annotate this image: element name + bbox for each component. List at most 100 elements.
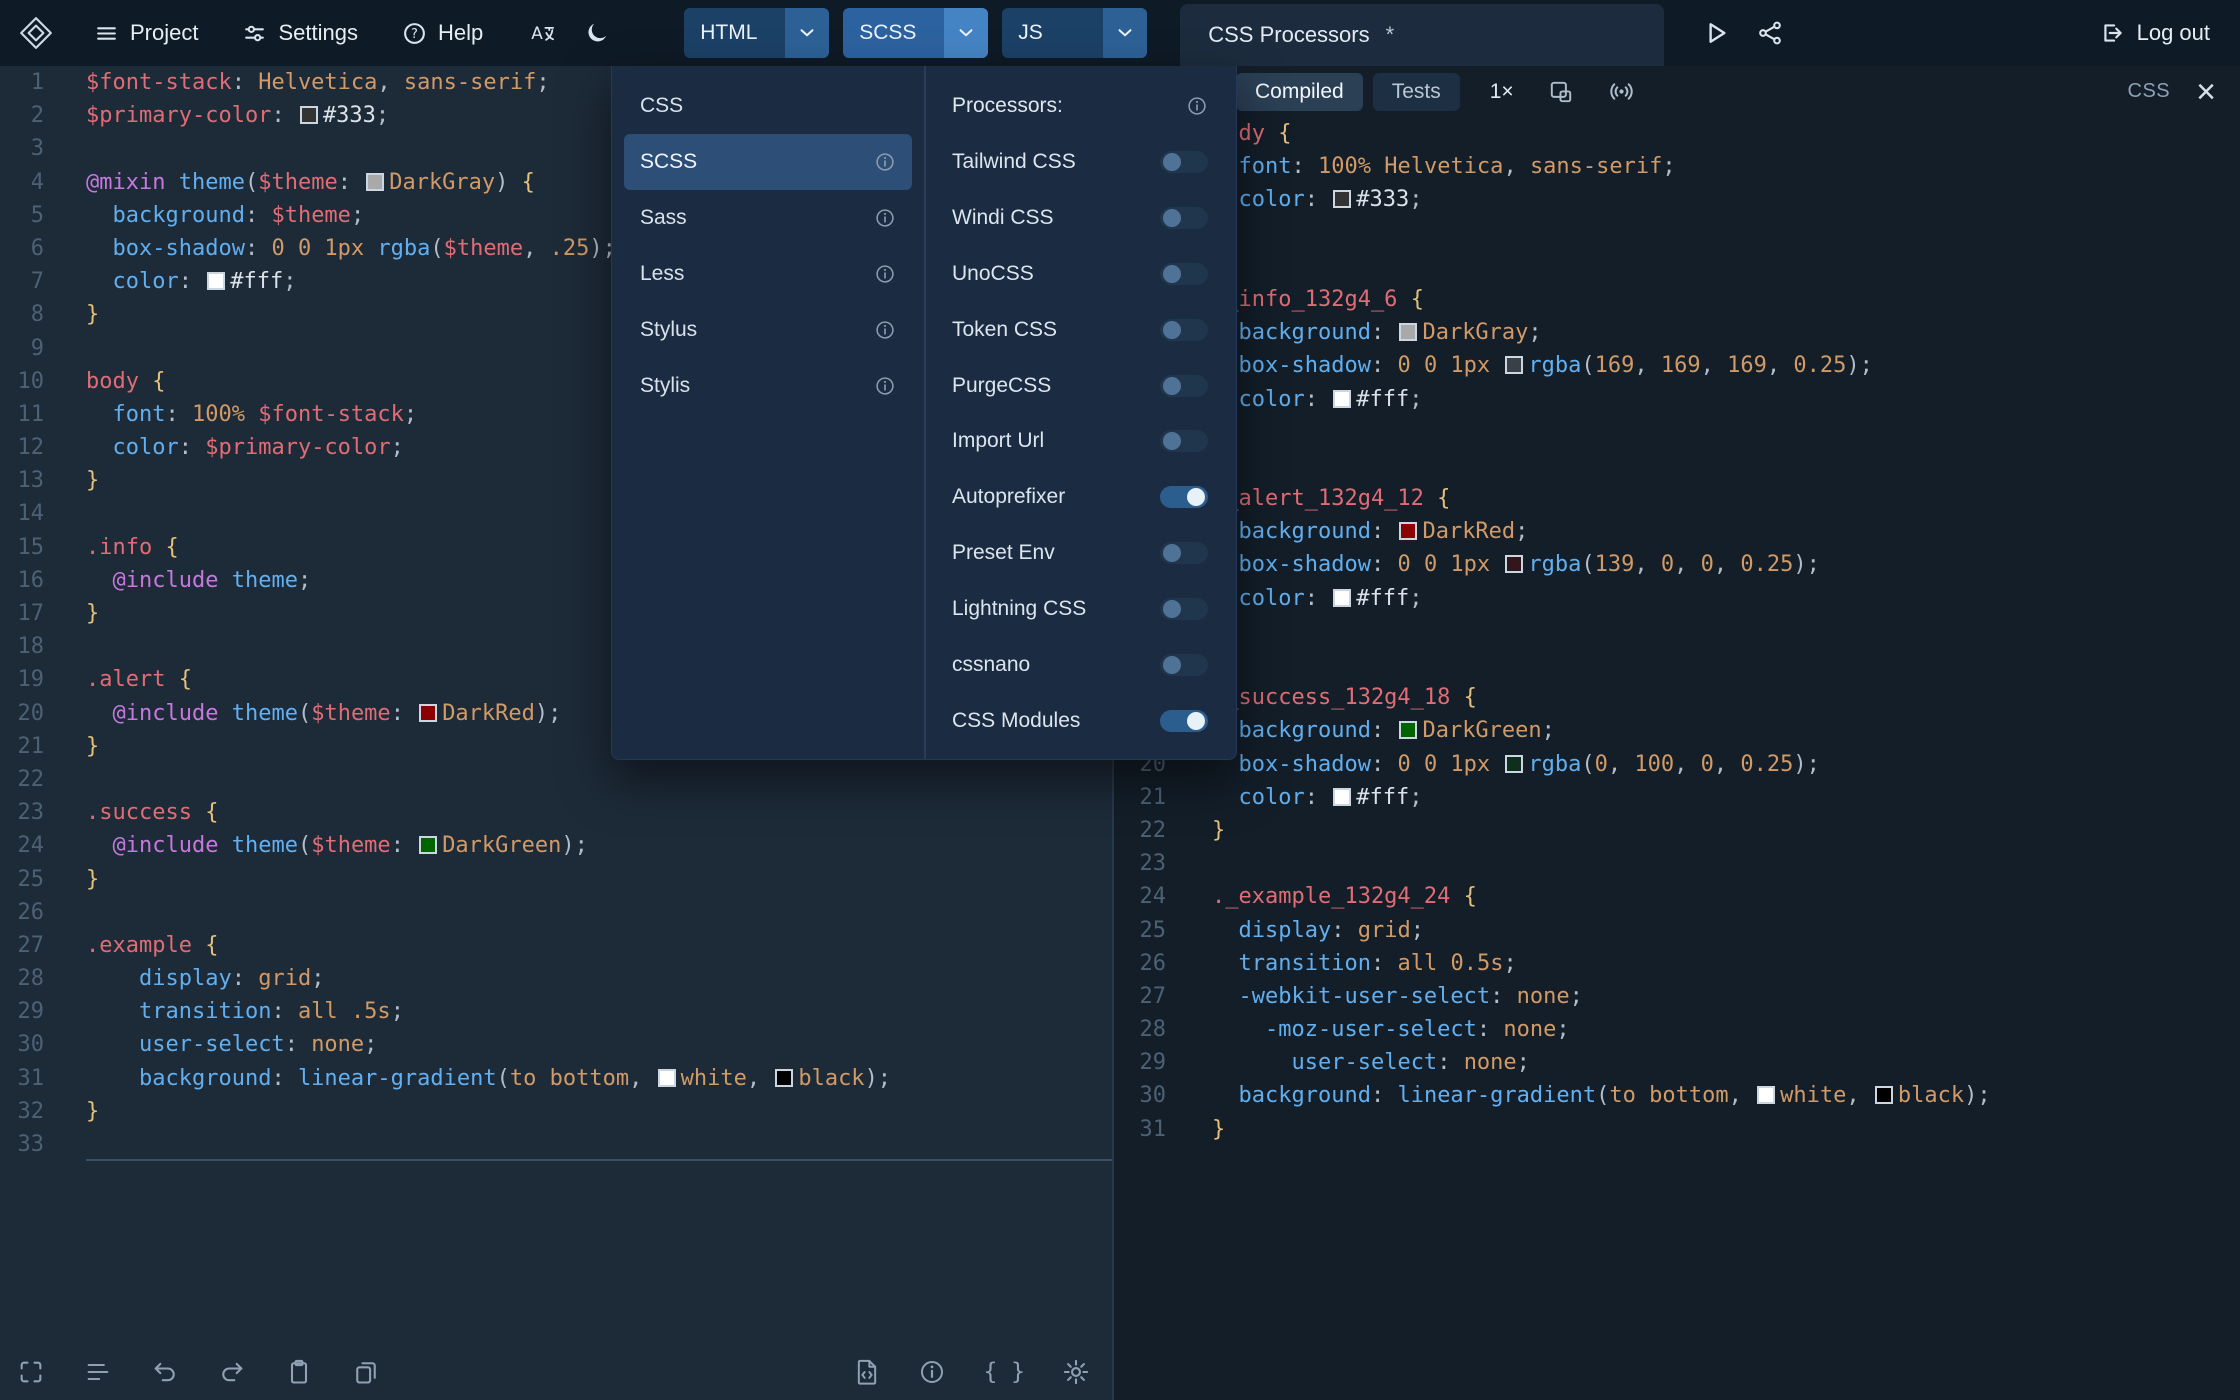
toggle-cssnano[interactable]	[1160, 653, 1208, 676]
js-dropdown[interactable]: JS	[1002, 8, 1148, 58]
code-line-22[interactable]: 22	[0, 763, 1112, 796]
color-swatch[interactable]	[1333, 588, 1352, 607]
line-number: 25	[1139, 917, 1167, 943]
gear-icon[interactable]	[1062, 1358, 1090, 1386]
color-swatch[interactable]	[419, 836, 438, 855]
code-line-29[interactable]: 29 transition: all .5s;	[0, 995, 1112, 1028]
share-icon[interactable]	[1756, 19, 1784, 47]
toggle-token-css[interactable]	[1160, 318, 1208, 341]
code-line-17: 17	[1116, 648, 2240, 681]
code-line-28[interactable]: 28 display: grid;	[0, 962, 1112, 995]
line-number: 29	[1139, 1050, 1167, 1076]
select-all-icon[interactable]	[17, 1358, 45, 1386]
toggle-preset-env[interactable]	[1160, 542, 1208, 565]
color-swatch[interactable]	[1505, 555, 1524, 574]
color-swatch[interactable]	[366, 172, 385, 191]
editor-toolbar: { }	[0, 1343, 1112, 1400]
scss-dropdown[interactable]: SCSS	[843, 8, 989, 58]
language-option-stylus[interactable]: Stylus	[624, 302, 912, 358]
logout-button[interactable]: Log out	[2100, 20, 2210, 46]
clipboard-icon[interactable]	[285, 1358, 313, 1386]
chevron-down-icon[interactable]	[1103, 8, 1148, 58]
language-label: CSS	[640, 94, 684, 117]
chevron-down-icon[interactable]	[944, 8, 989, 58]
toggle-import-url[interactable]	[1160, 430, 1208, 453]
color-swatch[interactable]	[207, 272, 226, 291]
toggle-windi-css[interactable]	[1160, 206, 1208, 229]
code-line-30[interactable]: 30 user-select: none;	[0, 1028, 1112, 1061]
color-swatch[interactable]	[419, 703, 438, 722]
color-swatch[interactable]	[1333, 190, 1352, 209]
file-code-icon[interactable]	[853, 1358, 881, 1386]
undo-icon[interactable]	[151, 1358, 179, 1386]
redo-icon[interactable]	[218, 1358, 246, 1386]
format-icon[interactable]	[84, 1358, 112, 1386]
line-number: 20	[17, 700, 45, 726]
color-swatch[interactable]	[1399, 323, 1418, 342]
menu-settings[interactable]: Settings	[242, 20, 358, 46]
line-number: 21	[1139, 784, 1167, 810]
processor-label: PurgeCSS	[952, 373, 1052, 397]
file-tab-css-processors[interactable]: CSS Processors *	[1180, 4, 1665, 66]
color-swatch[interactable]	[1505, 356, 1524, 375]
toggle-lightning-css[interactable]	[1160, 598, 1208, 621]
color-swatch[interactable]	[1399, 721, 1418, 740]
language-option-sass[interactable]: Sass	[624, 190, 912, 246]
info-icon[interactable]	[874, 375, 896, 397]
popout-icon[interactable]	[1548, 79, 1574, 105]
toggle-unocss[interactable]	[1160, 262, 1208, 285]
color-swatch[interactable]	[1505, 754, 1524, 773]
color-swatch[interactable]	[1874, 1086, 1893, 1105]
info-icon[interactable]	[874, 263, 896, 285]
tab-compiled[interactable]: Compiled	[1236, 72, 1363, 111]
code-line-27[interactable]: 27 .example {	[0, 929, 1112, 962]
compiled-output: 1body {2 font: 100% Helvetica, sans-seri…	[1116, 117, 2240, 1146]
language-option-stylis[interactable]: Stylis	[624, 358, 912, 414]
chevron-down-icon[interactable]	[785, 8, 830, 58]
line-number: 29	[17, 999, 45, 1025]
dark-mode-icon[interactable]	[584, 20, 610, 46]
code-line-1: 1body {	[1116, 117, 2240, 150]
code-line-26[interactable]: 26	[0, 896, 1112, 929]
menu-project[interactable]: Project	[94, 20, 198, 46]
hamburger-icon	[94, 21, 119, 46]
info-icon[interactable]	[918, 1358, 946, 1386]
braces-icon[interactable]: { }	[983, 1359, 1025, 1385]
code-line-24[interactable]: 24 @include theme($theme: DarkGreen);	[0, 829, 1112, 862]
color-swatch[interactable]	[775, 1068, 794, 1087]
color-swatch[interactable]	[1399, 522, 1418, 541]
color-swatch[interactable]	[657, 1068, 676, 1087]
code-line-32[interactable]: 32}	[0, 1095, 1112, 1128]
translate-icon[interactable]: A	[529, 20, 556, 47]
color-swatch[interactable]	[1333, 389, 1352, 408]
code-line-23[interactable]: 23 .success {	[0, 796, 1112, 829]
info-icon[interactable]	[1186, 95, 1208, 117]
code-line-25[interactable]: 25}	[0, 863, 1112, 896]
menu-help[interactable]: ? Help	[402, 20, 483, 46]
toggle-tailwind-css[interactable]	[1160, 150, 1208, 173]
language-option-css[interactable]: CSS	[624, 78, 912, 134]
code-line-8: 8 box-shadow: 0 0 1px rgba(169, 169, 169…	[1116, 349, 2240, 382]
code-line-33[interactable]: 33	[0, 1128, 1112, 1162]
info-icon[interactable]	[874, 151, 896, 173]
toggle-css-modules[interactable]	[1160, 709, 1208, 732]
toggle-autoprefixer[interactable]	[1160, 486, 1208, 509]
broadcast-icon[interactable]	[1608, 78, 1635, 105]
html-dropdown[interactable]: HTML	[684, 8, 830, 58]
language-option-scss[interactable]: SCSS	[624, 134, 912, 190]
run-icon[interactable]	[1700, 18, 1730, 48]
close-icon[interactable]: ×	[2196, 75, 2216, 109]
processor-row-unocss: UnoCSS	[926, 246, 1236, 302]
info-icon[interactable]	[874, 207, 896, 229]
app-logo[interactable]	[18, 15, 54, 51]
code-line-31[interactable]: 31 background: linear-gradient(to bottom…	[0, 1062, 1112, 1095]
zoom-level[interactable]: 1×	[1490, 80, 1514, 104]
color-swatch[interactable]	[299, 106, 318, 125]
toggle-purgecss[interactable]	[1160, 374, 1208, 397]
tab-tests[interactable]: Tests	[1372, 72, 1460, 111]
language-option-less[interactable]: Less	[624, 246, 912, 302]
color-swatch[interactable]	[1757, 1086, 1776, 1105]
color-swatch[interactable]	[1333, 787, 1352, 806]
copy-icon[interactable]	[352, 1358, 380, 1386]
info-icon[interactable]	[874, 319, 896, 341]
